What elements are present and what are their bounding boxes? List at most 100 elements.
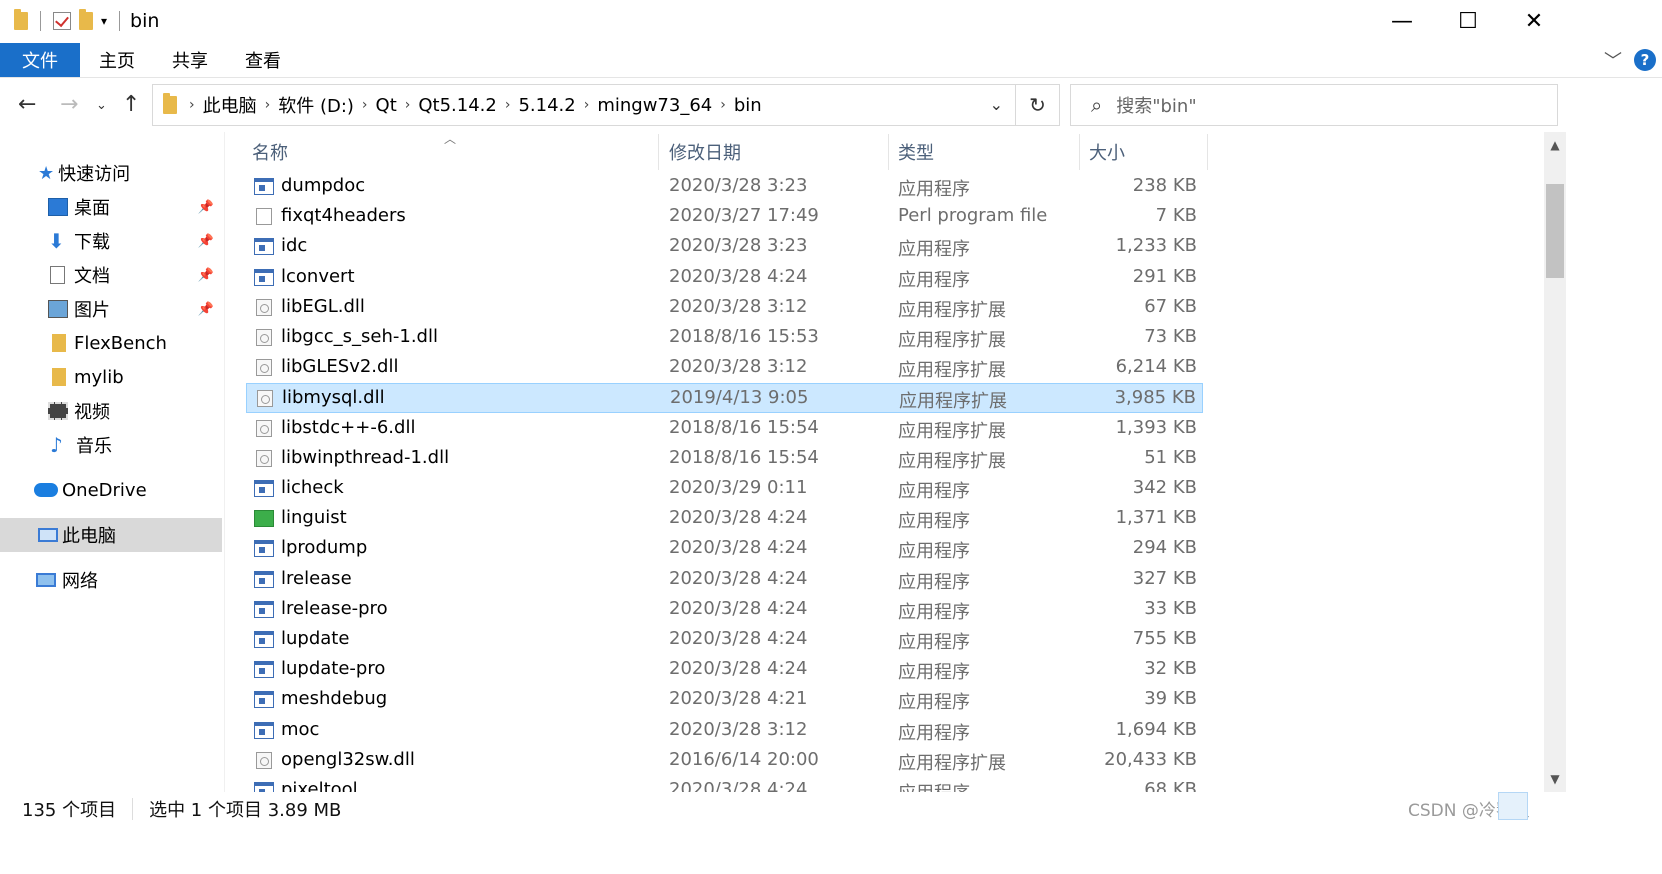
- vertical-scrollbar[interactable]: ▲ ▼: [1544, 132, 1566, 792]
- breadcrumb-bin[interactable]: bin: [734, 95, 762, 116]
- column-divider[interactable]: [1207, 134, 1208, 170]
- file-date: 2020/3/28 4:24: [669, 265, 808, 287]
- pin-icon[interactable]: 📌: [198, 200, 214, 215]
- nav-this-pc[interactable]: 此电脑: [0, 518, 222, 552]
- details-view-icon[interactable]: [1498, 792, 1528, 820]
- scroll-down-icon[interactable]: ▼: [1544, 768, 1566, 790]
- search-box[interactable]: ⌕ 搜索"bin": [1070, 84, 1558, 126]
- file-date: 2020/3/28 4:24: [669, 779, 808, 792]
- column-divider[interactable]: [1079, 134, 1080, 170]
- application-icon: [254, 600, 274, 618]
- chevron-right-icon[interactable]: ›: [265, 97, 271, 113]
- tab-view[interactable]: 查看: [226, 43, 299, 77]
- pin-icon[interactable]: 📌: [198, 268, 214, 283]
- table-row[interactable]: moc 2020/3/28 3:12 应用程序 1,694 KB: [246, 716, 1203, 746]
- table-row[interactable]: linguist 2020/3/28 4:24 应用程序 1,371 KB: [246, 504, 1203, 534]
- recent-locations-icon[interactable]: ⌄: [96, 98, 107, 113]
- column-header-date[interactable]: 修改日期: [669, 132, 889, 172]
- table-row[interactable]: lupdate-pro 2020/3/28 4:24 应用程序 32 KB: [246, 655, 1203, 685]
- forward-arrow-icon[interactable]: →: [60, 92, 78, 117]
- expand-ribbon-icon[interactable]: ﹀: [1604, 47, 1622, 73]
- dll-file-icon: [256, 419, 272, 437]
- pane-divider[interactable]: [224, 132, 225, 792]
- maximize-button[interactable]: ☐: [1434, 0, 1502, 42]
- table-row[interactable]: lrelease-pro 2020/3/28 4:24 应用程序 33 KB: [246, 595, 1203, 625]
- breadcrumb-qt5142[interactable]: Qt5.14.2: [418, 95, 496, 116]
- breadcrumb-5142[interactable]: 5.14.2: [518, 95, 575, 116]
- scroll-thumb[interactable]: [1546, 184, 1564, 278]
- back-arrow-icon[interactable]: ←: [18, 92, 36, 117]
- nav-quick-access[interactable]: ★ 快速访问: [0, 156, 222, 190]
- nav-item-videos[interactable]: 视频: [0, 394, 222, 428]
- table-row[interactable]: lprodump 2020/3/28 4:24 应用程序 294 KB: [246, 534, 1203, 564]
- table-row[interactable]: meshdebug 2020/3/28 4:21 应用程序 39 KB: [246, 685, 1203, 715]
- nav-network[interactable]: 网络: [0, 563, 222, 597]
- file-size: 39 KB: [1144, 688, 1197, 710]
- file-type: 应用程序: [898, 269, 970, 291]
- table-row[interactable]: libmysql.dll 2019/4/13 9:05 应用程序扩展 3,985 KB: [246, 383, 1203, 414]
- file-size: 291 KB: [1132, 265, 1197, 287]
- breadcrumb-drive-d[interactable]: 软件 (D:): [278, 92, 354, 118]
- breadcrumb-mingw[interactable]: mingw73_64: [597, 95, 712, 116]
- table-row[interactable]: lupdate 2020/3/28 4:24 应用程序 755 KB: [246, 625, 1203, 655]
- properties-icon[interactable]: [53, 12, 71, 30]
- tab-home[interactable]: 主页: [80, 43, 153, 77]
- table-row[interactable]: licheck 2020/3/29 0:11 应用程序 342 KB: [246, 474, 1203, 504]
- minimize-button[interactable]: —: [1368, 0, 1436, 42]
- nav-item-downloads[interactable]: ⬇ 下载 📌: [0, 224, 222, 258]
- file-size: 6,214 KB: [1115, 356, 1197, 378]
- address-bar[interactable]: › 此电脑 › 软件 (D:) › Qt › Qt5.14.2 › 5.14.2…: [152, 84, 1016, 126]
- table-row[interactable]: dumpdoc 2020/3/28 3:23 应用程序 238 KB: [246, 172, 1203, 202]
- table-row[interactable]: libEGL.dll 2020/3/28 3:12 应用程序扩展 67 KB: [246, 293, 1203, 323]
- table-row[interactable]: libstdc++-6.dll 2018/8/16 15:54 应用程序扩展 1,39…: [246, 414, 1203, 444]
- column-header-size[interactable]: 大小: [1089, 132, 1199, 172]
- refresh-button[interactable]: ↻: [1016, 84, 1060, 126]
- nav-item-music[interactable]: ♪ 音乐: [0, 428, 222, 462]
- address-dropdown-icon[interactable]: ⌄: [990, 95, 1003, 114]
- chevron-right-icon[interactable]: ›: [189, 97, 195, 113]
- nav-onedrive[interactable]: OneDrive: [0, 473, 222, 507]
- up-arrow-icon[interactable]: ↑: [122, 92, 140, 117]
- table-row[interactable]: fixqt4headers 2020/3/27 17:49 Perl program…: [246, 202, 1203, 232]
- column-header-name[interactable]: 名称: [252, 132, 657, 172]
- tab-share[interactable]: 共享: [153, 43, 226, 77]
- application-icon: [254, 570, 274, 588]
- help-icon[interactable]: ?: [1634, 49, 1656, 71]
- nav-item-flexbench[interactable]: FlexBench: [0, 326, 222, 360]
- nav-item-pictures[interactable]: 图片 📌: [0, 292, 222, 326]
- table-row[interactable]: libwinpthread-1.dll 2018/8/16 15:54 应用程序扩展…: [246, 444, 1203, 474]
- file-list: ︿ 名称 修改日期 类型 大小 dumpdoc 2020/3/28 3:23 应用程…: [246, 132, 1542, 792]
- pin-icon[interactable]: 📌: [198, 234, 214, 249]
- table-row[interactable]: pixeltool 2020/3/28 4:24 应用程序 68 KB: [246, 776, 1203, 792]
- column-header-type[interactable]: 类型: [898, 132, 1078, 172]
- tab-file[interactable]: 文件: [0, 42, 80, 77]
- file-type: 应用程序扩展: [898, 420, 1006, 442]
- breadcrumb-this-pc[interactable]: 此电脑: [203, 92, 257, 118]
- nav-item-documents[interactable]: 文档 📌: [0, 258, 222, 292]
- file-name: pixeltool: [281, 779, 358, 792]
- chevron-right-icon[interactable]: ›: [720, 97, 726, 113]
- table-row[interactable]: lrelease 2020/3/28 4:24 应用程序 327 KB: [246, 565, 1203, 595]
- chevron-right-icon[interactable]: ›: [584, 97, 590, 113]
- quick-access-toolbar: ▾: [0, 9, 124, 31]
- chevron-right-icon[interactable]: ›: [405, 97, 411, 113]
- table-row[interactable]: idc 2020/3/28 3:23 应用程序 1,233 KB: [246, 232, 1203, 262]
- column-divider[interactable]: [888, 134, 889, 170]
- chevron-right-icon[interactable]: ›: [362, 97, 368, 113]
- table-row[interactable]: lconvert 2020/3/28 4:24 应用程序 291 KB: [246, 263, 1203, 293]
- new-folder-icon[interactable]: [79, 9, 93, 30]
- scroll-up-icon[interactable]: ▲: [1544, 134, 1566, 156]
- nav-item-mylib[interactable]: mylib: [0, 360, 222, 394]
- chevron-right-icon[interactable]: ›: [505, 97, 511, 113]
- customize-toolbar-icon[interactable]: ▾: [101, 14, 107, 28]
- table-row[interactable]: opengl32sw.dll 2016/6/14 20:00 应用程序扩展 20,43…: [246, 746, 1203, 776]
- close-button[interactable]: ✕: [1500, 0, 1568, 42]
- table-row[interactable]: libGLESv2.dll 2020/3/28 3:12 应用程序扩展 6,214 K…: [246, 353, 1203, 383]
- breadcrumb-qt[interactable]: Qt: [376, 95, 397, 116]
- pin-icon[interactable]: 📌: [198, 302, 214, 317]
- nav-item-label: 音乐: [76, 436, 112, 457]
- nav-item-desktop[interactable]: 桌面 📌: [0, 190, 222, 224]
- large-icons-view-icon[interactable]: [1532, 792, 1558, 820]
- table-row[interactable]: libgcc_s_seh-1.dll 2018/8/16 15:53 应用程序扩展 7…: [246, 323, 1203, 353]
- column-divider[interactable]: [658, 134, 659, 170]
